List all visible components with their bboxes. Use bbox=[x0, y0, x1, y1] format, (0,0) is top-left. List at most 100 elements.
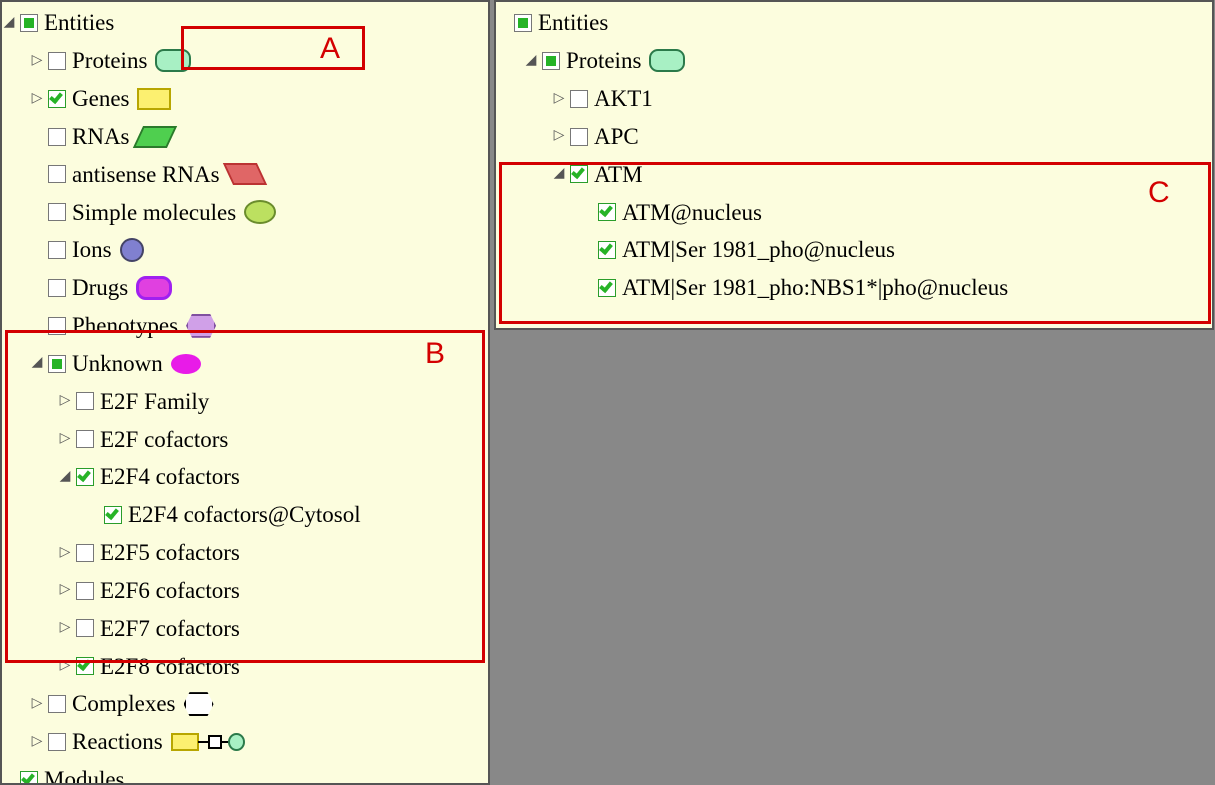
node-ions[interactable]: Ions bbox=[30, 233, 144, 266]
checkbox-partial[interactable] bbox=[514, 14, 532, 32]
collapse-icon[interactable]: ◢ bbox=[2, 13, 16, 33]
label-atm-2: ATM|Ser 1981_pho@nucleus bbox=[622, 233, 895, 266]
spacer bbox=[580, 202, 594, 222]
label-proteins-r: Proteins bbox=[566, 44, 641, 77]
checkbox-empty[interactable] bbox=[48, 203, 66, 221]
checkbox-checked[interactable] bbox=[76, 468, 94, 486]
phenotype-shape-icon bbox=[186, 314, 216, 338]
expand-icon[interactable]: ▷ bbox=[552, 89, 566, 109]
checkbox-checked[interactable] bbox=[570, 165, 588, 183]
checkbox-empty[interactable] bbox=[48, 279, 66, 297]
node-e2f6-cof[interactable]: ▷ E2F6 cofactors bbox=[58, 574, 240, 607]
expand-icon[interactable]: ▷ bbox=[30, 694, 44, 714]
left-tree[interactable]: ◢ Entities ▷ Proteins bbox=[2, 2, 488, 785]
node-e2f7-cof[interactable]: ▷ E2F7 cofactors bbox=[58, 612, 240, 645]
label-proteins: Proteins bbox=[72, 44, 147, 77]
checkbox-partial[interactable] bbox=[48, 355, 66, 373]
collapse-icon[interactable]: ◢ bbox=[30, 353, 44, 373]
expand-icon[interactable]: ▷ bbox=[58, 580, 72, 600]
collapse-icon[interactable]: ◢ bbox=[524, 51, 538, 71]
node-drugs[interactable]: Drugs bbox=[30, 271, 172, 304]
node-genes[interactable]: ▷ Genes bbox=[30, 82, 171, 115]
expand-icon[interactable]: ▷ bbox=[58, 429, 72, 449]
spacer bbox=[496, 13, 510, 33]
label-atm: ATM bbox=[594, 158, 643, 191]
checkbox-empty[interactable] bbox=[48, 317, 66, 335]
checkbox-partial[interactable] bbox=[542, 52, 560, 70]
node-rnas[interactable]: RNAs bbox=[30, 120, 172, 153]
expand-icon[interactable]: ▷ bbox=[58, 656, 72, 676]
label-phenotypes: Phenotypes bbox=[72, 309, 178, 342]
checkbox-empty[interactable] bbox=[76, 430, 94, 448]
spacer bbox=[580, 240, 594, 260]
node-complexes[interactable]: ▷ Complexes bbox=[30, 687, 214, 720]
checkbox-partial[interactable] bbox=[20, 14, 38, 32]
node-antisense[interactable]: antisense RNAs bbox=[30, 158, 262, 191]
label-apc: APC bbox=[594, 120, 639, 153]
label-complexes: Complexes bbox=[72, 687, 176, 720]
expand-icon[interactable]: ▷ bbox=[58, 543, 72, 563]
node-entities[interactable]: ◢ Entities bbox=[2, 6, 114, 39]
node-unknown[interactable]: ◢ Unknown bbox=[30, 347, 201, 380]
spacer bbox=[30, 316, 44, 336]
node-proteins-r[interactable]: ◢ Proteins bbox=[524, 44, 685, 77]
node-atm-1[interactable]: ATM@nucleus bbox=[580, 196, 762, 229]
expand-icon[interactable]: ▷ bbox=[552, 126, 566, 146]
node-phenotypes[interactable]: Phenotypes bbox=[30, 309, 216, 342]
node-reactions[interactable]: ▷ Reactions bbox=[30, 725, 245, 758]
collapse-icon[interactable]: ◢ bbox=[58, 467, 72, 487]
checkbox-empty[interactable] bbox=[48, 695, 66, 713]
checkbox-empty[interactable] bbox=[76, 582, 94, 600]
label-atm-1: ATM@nucleus bbox=[622, 196, 762, 229]
checkbox-empty[interactable] bbox=[48, 52, 66, 70]
node-atm-2[interactable]: ATM|Ser 1981_pho@nucleus bbox=[580, 233, 895, 266]
spacer bbox=[86, 505, 100, 525]
checkbox-empty[interactable] bbox=[570, 90, 588, 108]
node-e2f4-cof[interactable]: ◢ E2F4 cofactors bbox=[58, 460, 240, 493]
expand-icon[interactable]: ▷ bbox=[30, 732, 44, 752]
collapse-icon[interactable]: ◢ bbox=[552, 164, 566, 184]
right-tree[interactable]: Entities ◢ Proteins ▷ bbox=[496, 2, 1212, 305]
checkbox-empty[interactable] bbox=[48, 241, 66, 259]
label-e2f4-cof-cyto: E2F4 cofactors@Cytosol bbox=[128, 498, 361, 531]
node-akt1[interactable]: ▷ AKT1 bbox=[552, 82, 653, 115]
node-entities-r[interactable]: Entities bbox=[496, 6, 608, 39]
checkbox-empty[interactable] bbox=[76, 392, 94, 410]
checkbox-checked[interactable] bbox=[598, 203, 616, 221]
label-drugs: Drugs bbox=[72, 271, 128, 304]
node-simplemol[interactable]: Simple molecules bbox=[30, 196, 276, 229]
checkbox-empty[interactable] bbox=[76, 544, 94, 562]
label-e2f5-cof: E2F5 cofactors bbox=[100, 536, 240, 569]
expand-icon[interactable]: ▷ bbox=[30, 51, 44, 71]
checkbox-checked[interactable] bbox=[20, 771, 38, 785]
checkbox-checked[interactable] bbox=[48, 90, 66, 108]
node-modules[interactable]: Modules bbox=[2, 763, 125, 785]
checkbox-empty[interactable] bbox=[48, 165, 66, 183]
node-atm[interactable]: ◢ ATM bbox=[552, 158, 643, 191]
complex-shape-icon bbox=[184, 692, 214, 716]
checkbox-checked[interactable] bbox=[104, 506, 122, 524]
checkbox-empty[interactable] bbox=[570, 128, 588, 146]
label-ions: Ions bbox=[72, 233, 112, 266]
checkbox-empty[interactable] bbox=[48, 733, 66, 751]
expand-icon[interactable]: ▷ bbox=[58, 618, 72, 638]
checkbox-checked[interactable] bbox=[598, 241, 616, 259]
expand-icon[interactable]: ▷ bbox=[58, 391, 72, 411]
checkbox-checked[interactable] bbox=[76, 657, 94, 675]
node-e2f5-cof[interactable]: ▷ E2F5 cofactors bbox=[58, 536, 240, 569]
checkbox-empty[interactable] bbox=[48, 128, 66, 146]
node-e2f-family[interactable]: ▷ E2F Family bbox=[58, 385, 209, 418]
node-e2f4-cof-cyto[interactable]: E2F4 cofactors@Cytosol bbox=[86, 498, 361, 531]
spacer bbox=[30, 202, 44, 222]
node-proteins[interactable]: ▷ Proteins bbox=[30, 44, 191, 77]
node-atm-3[interactable]: ATM|Ser 1981_pho:NBS1*|pho@nucleus bbox=[580, 271, 1008, 304]
node-e2f-cof[interactable]: ▷ E2F cofactors bbox=[58, 423, 228, 456]
label-entities-r: Entities bbox=[538, 6, 608, 39]
label-antisense: antisense RNAs bbox=[72, 158, 220, 191]
checkbox-checked[interactable] bbox=[598, 279, 616, 297]
node-e2f8-cof[interactable]: ▷ E2F8 cofactors bbox=[58, 650, 240, 683]
node-apc[interactable]: ▷ APC bbox=[552, 120, 639, 153]
checkbox-empty[interactable] bbox=[76, 619, 94, 637]
expand-icon[interactable]: ▷ bbox=[30, 89, 44, 109]
label-e2f6-cof: E2F6 cofactors bbox=[100, 574, 240, 607]
